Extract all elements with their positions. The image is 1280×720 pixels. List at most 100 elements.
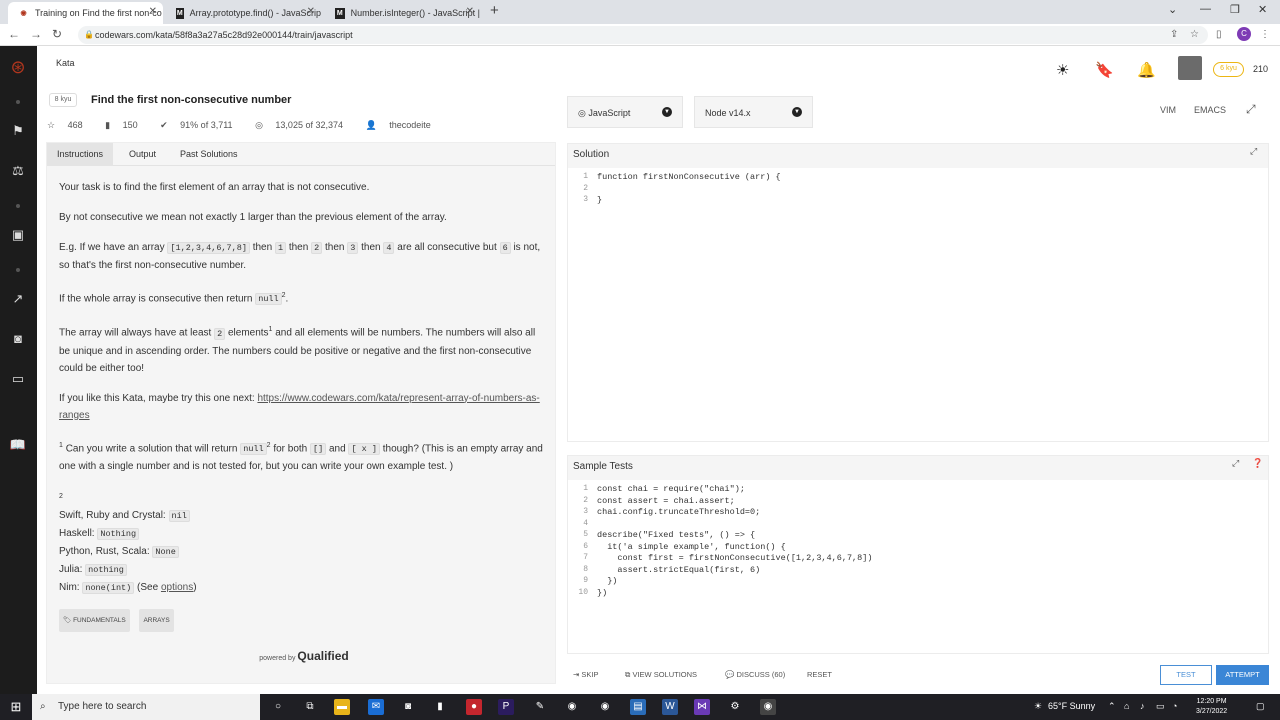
close-icon[interactable]: ✕ [307,6,315,17]
camera-icon[interactable]: ◙ [400,699,416,715]
app-icon[interactable]: ✎ [532,699,548,715]
paragraph: 1 Can you write a solution that will ret… [59,441,543,472]
breadcrumb-kata[interactable]: Kata [56,58,75,68]
solution-code-area[interactable]: 1 function firstNonConsecutive (arr) {2 3} [568,168,1268,441]
visual-studio-icon[interactable]: ⋈ [694,699,710,715]
tests-code-area[interactable]: 1 const chai = require("chai"); 2 const ass… [568,480,1268,653]
test-button[interactable]: TEST [1160,665,1212,685]
code-snippet: [] [310,442,327,455]
tab-past-solutions[interactable]: Past Solutions [170,143,248,166]
vim-toggle[interactable]: VIM [1160,105,1176,115]
network-icon[interactable]: ⌂ [1124,701,1129,711]
chevron-down-icon: ▼ [662,107,672,117]
expand-icon[interactable]: ⤢ [1232,458,1239,469]
reload-icon[interactable]: ↻ [52,27,62,41]
reset-button[interactable]: RESET [807,670,832,679]
practice-icon[interactable]: ⚖ [9,162,27,180]
emacs-toggle[interactable]: EMACS [1194,105,1226,115]
notification-icon[interactable]: ▢ [1256,701,1265,712]
code-line: chai.config.truncateThreshold=0; [597,507,761,517]
tray-chevron-icon[interactable]: ⌃ [1108,701,1116,712]
taskbar-search[interactable]: ⌕ Type here to search [32,694,260,720]
profile-avatar[interactable]: C [1237,27,1251,41]
sidebar-icon[interactable]: ▯ [1216,29,1222,40]
close-icon[interactable]: ✕ [149,6,157,17]
browser-tab-3[interactable]: M Number.isInteger() - JavaScript | ✕ [325,2,480,24]
code-snippet: 3 [347,242,359,254]
chevron-down-icon[interactable]: ⌄ [1168,3,1177,16]
docs-book-icon[interactable]: 📖 [9,436,27,454]
skip-button[interactable]: ⇥ SKIP [573,670,598,679]
footnote-ref: 2 [266,441,271,449]
bell-icon[interactable]: 🔔 [1137,61,1156,79]
solution-editor: Solution ⤢ 1 function firstNonConsecutive… [567,143,1269,442]
url-text: codewars.com/kata/58f8a3a27a5c28d92e0001… [95,30,353,40]
tab-instructions[interactable]: Instructions [47,143,114,166]
chrome-icon[interactable]: ◉ [597,699,613,715]
weather-icon: ☀ [1034,701,1043,711]
footnote-ref: 1 [268,326,273,334]
clock[interactable]: 12:20 PM 3/27/2022 [1196,697,1227,717]
discord-icon[interactable]: ◙ [9,330,27,348]
fullscreen-icon[interactable]: ⤢ [1246,102,1256,117]
new-tab-icon[interactable]: + [490,2,499,19]
theme-sun-icon[interactable]: ☀ [1056,61,1069,79]
share-icon[interactable]: ⇪ [1170,29,1178,40]
back-icon[interactable]: ← [8,27,20,41]
volume-icon[interactable]: ♪ [1140,701,1145,711]
app-icon[interactable]: ▤ [630,699,646,715]
view-solutions-button[interactable]: ⧉ VIEW SOLUTIONS [625,670,697,680]
language-select[interactable]: ◎ JavaScript ▼ [567,96,683,128]
author-stat[interactable]: 👤 thecodeite [366,120,441,130]
tag-arrays[interactable]: ARRAYS [139,608,174,632]
code-snippet: [1,2,3,4,6,7,8] [167,242,250,254]
app-icon[interactable]: ▮ [432,699,448,715]
task-view-icon[interactable]: ⧉ [302,699,318,715]
windows-start-icon[interactable]: ⊞ [8,699,24,715]
expand-icon[interactable]: ⤢ [1250,146,1257,157]
star-icon[interactable]: ☆ [1190,29,1199,40]
code-snippet: nothing [85,563,127,576]
options-link[interactable]: options [161,582,193,593]
tab-title: Training on Find the first non-co [35,8,162,18]
app-icon[interactable]: ● [466,699,482,715]
runtime-select[interactable]: Node v14.x ▼ [694,96,813,128]
chrome-icon[interactable]: ◉ [564,699,580,715]
file-explorer-icon[interactable]: ▬ [334,699,350,715]
tab-output[interactable]: Output [119,143,166,166]
browser-tab-2[interactable]: M Array.prototype.find() - JavaScrip ✕ [166,2,321,24]
menu-dots-icon[interactable]: ⋮ [1260,29,1270,40]
avatar[interactable] [1178,56,1202,80]
bookmark-icon[interactable]: 🔖 [1095,61,1114,79]
stars-stat[interactable]: ☆ 468 [47,120,93,130]
discuss-button[interactable]: 💬 DISCUSS (60) [725,670,785,679]
codewars-logo-icon[interactable]: ⊛ [9,58,27,76]
attempt-button[interactable]: ATTEMPT [1216,665,1269,685]
premiere-icon[interactable]: P [498,699,514,715]
chat-icon[interactable]: ▭ [9,370,27,388]
restore-icon[interactable]: ❐ [1230,3,1240,16]
word-icon[interactable]: W [662,699,678,715]
tag-fundamentals[interactable]: 🏷 FUNDAMENTALS [59,608,130,632]
powered-by[interactable]: powered by Qualified [59,648,549,667]
code-line: const chai = require("chai"); [597,484,745,494]
browser-tab-1[interactable]: ◉ Training on Find the first non-co ✕ [8,2,163,24]
chrome-icon[interactable]: ◉ [760,699,776,715]
briefcase-icon[interactable]: ▣ [9,226,27,244]
close-icon[interactable]: ✕ [466,6,474,17]
help-icon[interactable]: ❓ [1252,458,1263,469]
qualified-logo: Qualified [297,648,349,663]
minimize-icon[interactable]: — [1200,3,1211,15]
url-field[interactable]: 🔒 codewars.com/kata/58f8a3a27a5c28d92e00… [78,26,1208,44]
mail-icon[interactable]: ✉ [368,699,384,715]
weather-text[interactable]: 65°F Sunny [1048,701,1095,711]
cortana-icon[interactable]: ○ [270,699,286,715]
close-window-icon[interactable]: ✕ [1258,3,1267,16]
trending-icon[interactable]: ↗ [9,290,27,308]
app-icon[interactable]: ⚙ [727,699,743,715]
battery-icon[interactable]: ▭ [1156,701,1165,712]
instructions-panel: Instructions Output Past Solutions Your … [46,142,556,684]
wifi-icon[interactable]: ◔ [1172,701,1177,711]
forward-icon[interactable]: → [30,27,42,41]
train-icon[interactable]: ⚑ [9,122,27,140]
